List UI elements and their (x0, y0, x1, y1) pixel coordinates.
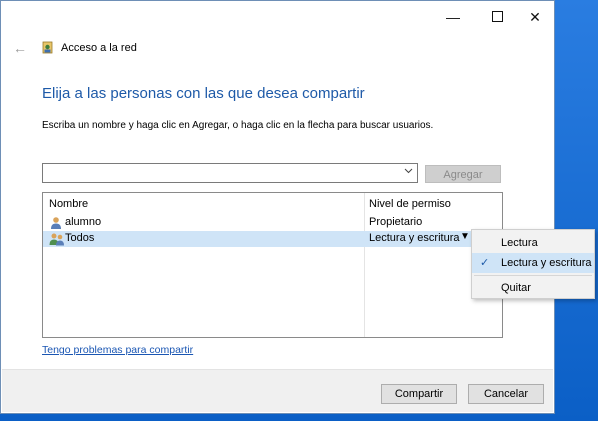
row-user-name: alumno (65, 216, 102, 228)
maximize-icon (491, 11, 503, 23)
menu-item-remove[interactable]: Quitar (472, 278, 594, 298)
menu-item-read[interactable]: Lectura (472, 233, 594, 253)
share-button[interactable]: Compartir (381, 384, 457, 404)
menu-item-label: Lectura y escritura (501, 257, 592, 269)
window-title: Acceso a la red (61, 42, 137, 54)
row-permission: Lectura y escritura (369, 232, 460, 244)
list-row-alumno[interactable]: alumno Propietario (43, 215, 502, 231)
page-heading: Elija a las personas con las que desea c… (42, 85, 365, 102)
column-header-name[interactable]: Nombre (49, 198, 88, 210)
row-user-name: Todos (65, 232, 95, 244)
permission-context-menu: Lectura ✓ Lectura y escritura Quitar (471, 229, 595, 299)
menu-item-label: Lectura (501, 237, 538, 249)
user-icon (49, 216, 63, 230)
cancel-button[interactable]: Cancelar (468, 384, 544, 404)
row-permission: Propietario (369, 216, 423, 228)
list-row-todos[interactable]: Todos Lectura y escritura ▼ (43, 231, 502, 247)
sharing-window: — ✕ ← Acceso a la red Elija a las person… (0, 0, 555, 414)
network-share-icon (41, 41, 55, 55)
column-header-permission[interactable]: Nivel de permiso (369, 198, 451, 210)
user-name-combo[interactable] (42, 163, 418, 183)
title-bar: — ✕ (1, 1, 554, 33)
checkmark-icon: ✓ (480, 257, 490, 269)
help-link[interactable]: Tengo problemas para compartir (42, 344, 193, 356)
menu-separator (474, 275, 592, 276)
minimize-button[interactable]: — (431, 1, 475, 33)
chevron-down-icon[interactable] (404, 166, 413, 178)
menu-item-label: Quitar (501, 282, 531, 294)
permission-dropdown-arrow-icon[interactable]: ▼ (460, 231, 470, 242)
permissions-list: Nombre Nivel de permiso alumno Propietar… (42, 192, 503, 338)
add-button[interactable]: Agregar (425, 165, 501, 183)
menu-item-read-write[interactable]: ✓ Lectura y escritura (472, 253, 594, 273)
instructions-text: Escriba un nombre y haga clic en Agregar… (42, 120, 434, 131)
close-button[interactable]: ✕ (513, 1, 557, 33)
navigation-bar: ← Acceso a la red (13, 39, 137, 57)
back-arrow-icon[interactable]: ← (13, 40, 33, 56)
group-users-icon (49, 232, 64, 246)
